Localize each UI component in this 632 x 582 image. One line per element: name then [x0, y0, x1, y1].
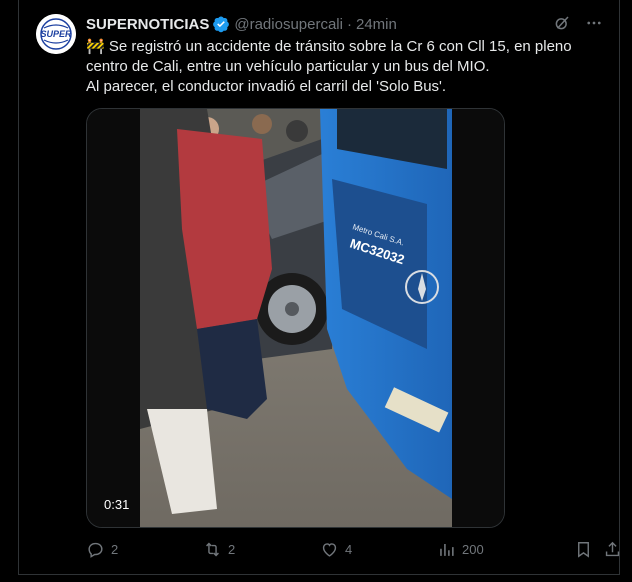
display-name[interactable]: SUPERNOTICIAS — [86, 16, 209, 33]
repost-count: 2 — [228, 542, 236, 557]
verified-badge-icon — [212, 15, 230, 33]
separator-dot: · — [346, 15, 352, 33]
like-button[interactable]: 4 — [320, 540, 352, 559]
svg-text:SUPER: SUPER — [40, 29, 72, 39]
video-frame: Metro Cali S.A. MC32032 — [87, 109, 504, 527]
repost-button[interactable]: 2 — [203, 540, 235, 559]
tweet-card[interactable]: SUPER SUPERNOTICIAS @radiosupercali · 24… — [18, 0, 620, 575]
views-button[interactable]: 200 — [437, 540, 484, 559]
tweet-text-line-3: Al parecer, el conductor invadió el carr… — [86, 78, 447, 95]
views-chart-icon — [437, 540, 456, 559]
tweet-text-line-2: centro de Cali, entre un vehículo partic… — [86, 58, 490, 75]
avatar[interactable]: SUPER — [36, 14, 76, 54]
tweet-actions: 2 2 4 200 — [86, 540, 620, 562]
handle[interactable]: @radiosupercali — [234, 16, 343, 33]
bookmark-icon — [574, 540, 593, 559]
repost-icon — [203, 540, 222, 559]
tweet-text-line-1: 🚧 Se registró un accidente de tránsito s… — [86, 38, 572, 55]
like-count: 4 — [345, 542, 353, 557]
share-button[interactable] — [603, 540, 622, 559]
supernoticias-logo: SUPER — [36, 14, 76, 54]
reply-icon — [86, 540, 105, 559]
video-player[interactable]: Metro Cali S.A. MC32032 0:31 — [86, 108, 505, 528]
construction-emoji-icon: 🚧 — [86, 38, 105, 55]
tweet-text: 🚧 Se registró un accidente de tránsito s… — [86, 37, 601, 97]
bookmark-button[interactable] — [574, 540, 593, 559]
views-count: 200 — [462, 542, 484, 557]
share-icon — [603, 540, 622, 559]
video-duration: 0:31 — [104, 497, 130, 512]
tweet-header: SUPERNOTICIAS @radiosupercali · 24min — [86, 14, 397, 34]
heart-icon — [320, 540, 339, 559]
header-actions — [553, 14, 603, 37]
grok-icon[interactable] — [553, 14, 571, 37]
more-options-icon[interactable] — [585, 14, 603, 37]
reply-button[interactable]: 2 — [86, 540, 118, 559]
timestamp[interactable]: 24min — [356, 16, 397, 33]
reply-count: 2 — [111, 542, 119, 557]
